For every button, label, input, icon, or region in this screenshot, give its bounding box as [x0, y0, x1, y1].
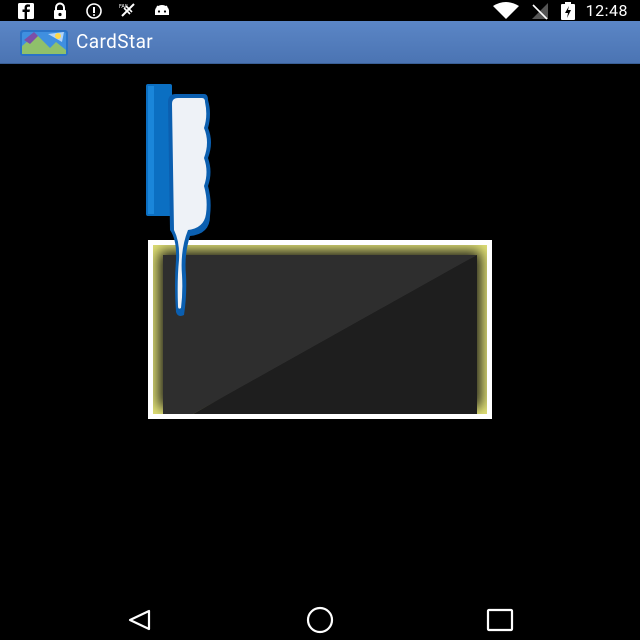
wifi-icon [492, 2, 520, 20]
battery-charging-icon [560, 2, 576, 20]
status-left-icons: FAIL [16, 1, 172, 21]
svg-text:FAIL: FAIL [119, 4, 129, 10]
phone-scanning-illustration [140, 80, 230, 325]
no-signal-icon [530, 2, 550, 20]
android-icon [152, 2, 172, 20]
app-title: CardStar [76, 30, 154, 53]
no-gps-icon: FAIL [118, 2, 138, 20]
status-right-icons: 12:48 [492, 1, 628, 21]
sync-icon [84, 2, 104, 20]
status-clock: 12:48 [585, 1, 628, 20]
navigation-bar [0, 600, 640, 640]
lock-icon [50, 2, 70, 20]
home-icon[interactable] [300, 606, 340, 634]
app-bar: CardStar [0, 21, 640, 64]
cardstar-app-icon[interactable] [20, 28, 68, 57]
recents-icon[interactable] [480, 606, 520, 634]
facebook-icon [16, 2, 36, 20]
screen: FAIL 12:48 CardStar [0, 0, 640, 640]
back-icon[interactable] [120, 606, 160, 634]
status-bar: FAIL 12:48 [0, 0, 640, 21]
